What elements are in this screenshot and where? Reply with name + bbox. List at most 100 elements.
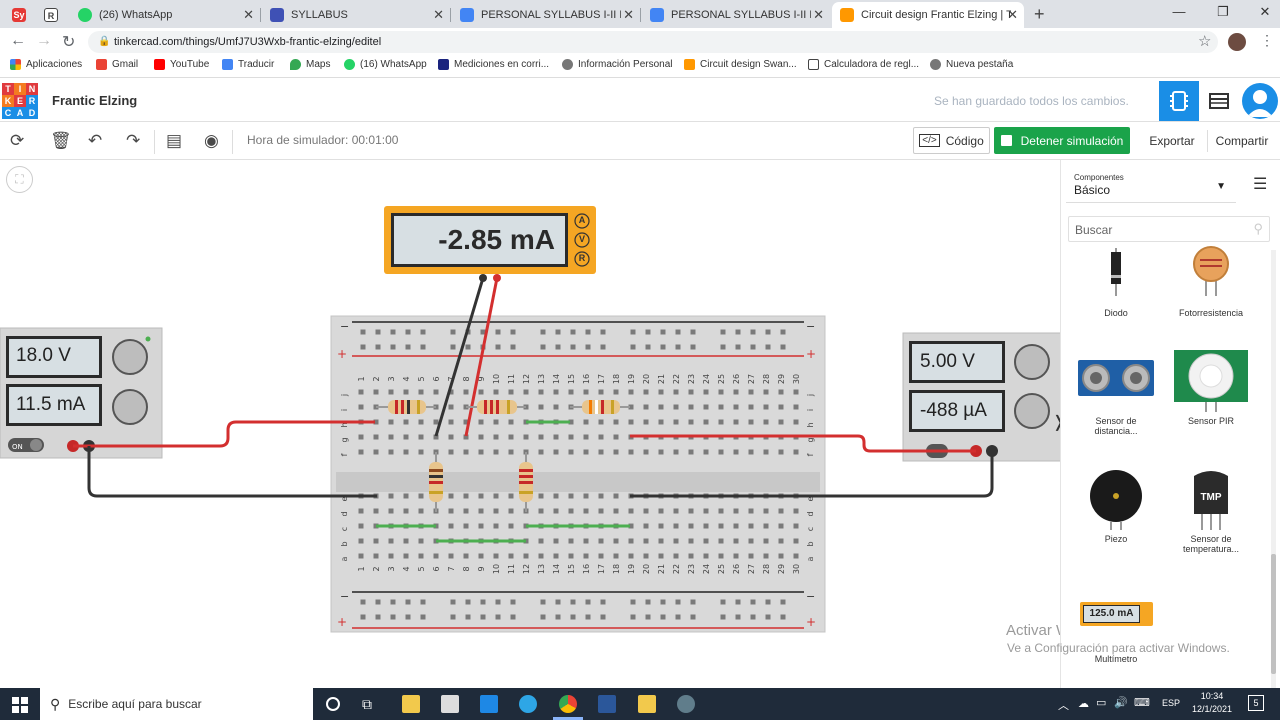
close-tab-icon[interactable]: ✕ <box>623 7 634 23</box>
export-button[interactable]: Exportar <box>1140 127 1204 154</box>
bookmark-gmail[interactable]: Gmail <box>96 59 138 70</box>
component-fotorresistencia[interactable]: Fotorresistencia <box>1166 246 1256 318</box>
bookmark-informacion[interactable]: Información Personal <box>562 59 673 70</box>
column-number: 19 <box>627 374 636 384</box>
bookmark-traducir[interactable]: Traducir <box>222 59 274 70</box>
user-avatar[interactable] <box>1242 83 1278 119</box>
word-icon[interactable] <box>598 695 616 713</box>
forward-arrow-icon[interactable]: → <box>36 32 52 50</box>
bookmark-youtube[interactable]: YouTube <box>154 59 209 70</box>
voltage-knob[interactable] <box>112 339 148 375</box>
close-tab-icon[interactable]: ✕ <box>1007 7 1018 23</box>
panel-scrollbar[interactable] <box>1271 250 1276 688</box>
close-tab-icon[interactable]: ✕ <box>433 7 444 23</box>
tab-whatsapp[interactable]: (26) WhatsApp ✕ <box>70 2 260 28</box>
eye-icon[interactable]: ◉ <box>204 131 219 151</box>
r-favicon-icon <box>808 59 819 70</box>
browser-menu-icon[interactable]: ⋮ <box>1260 32 1274 49</box>
bookmark-calculadora[interactable]: Calculadora de regl... <box>808 59 919 70</box>
component-piezo[interactable]: Piezo <box>1071 468 1161 544</box>
language-indicator[interactable]: ESP <box>1162 698 1180 708</box>
schematic-view-button[interactable] <box>1200 81 1238 121</box>
minimize-button[interactable]: — <box>1164 4 1194 19</box>
tab-label: Circuit design Frantic Elzing | Tink <box>861 9 1011 21</box>
current-knob[interactable] <box>112 389 148 425</box>
task-view-icon[interactable]: ⧉ <box>362 696 372 713</box>
code-button[interactable]: </> Código <box>913 127 990 154</box>
notifications-icon[interactable]: 5 <box>1248 695 1264 711</box>
tab-pinned-sy[interactable]: Sy <box>4 2 34 28</box>
trash-icon[interactable]: 🗑 <box>50 131 72 151</box>
component-sensor-pir[interactable]: Sensor PIR <box>1166 350 1256 426</box>
component-diodo[interactable]: Diodo <box>1071 246 1161 318</box>
bookmark-nueva-pestana[interactable]: Nueva pestaña <box>930 59 1013 70</box>
category-dropdown[interactable]: Componentes Básico ▼ <box>1066 167 1236 203</box>
column-number: 25 <box>717 374 726 384</box>
close-window-button[interactable]: ✕ <box>1250 4 1280 20</box>
volume-icon[interactable]: 🔊 <box>1114 696 1128 709</box>
clock[interactable]: 10:34 12/1/2021 <box>1190 691 1234 714</box>
taskbar-search-box[interactable]: ⚲ Escribe aquí para buscar <box>40 688 313 720</box>
component-sensor-distancia[interactable]: Sensor de distancia... <box>1071 350 1161 436</box>
mode-r[interactable]: R <box>575 253 589 263</box>
bookmark-aplicaciones[interactable]: Aplicaciones <box>10 59 82 70</box>
list-view-icon[interactable]: ☰ <box>1253 174 1267 194</box>
bookmark-whatsapp[interactable]: (16) WhatsApp <box>344 59 427 70</box>
sticky-notes-icon[interactable] <box>638 695 656 713</box>
store-icon[interactable] <box>441 695 459 713</box>
mail-icon[interactable] <box>480 695 498 713</box>
tab-syllabus[interactable]: SYLLABUS ✕ <box>262 2 450 28</box>
tab-circuit-design[interactable]: Circuit design Frantic Elzing | Tink ✕ <box>832 2 1024 28</box>
close-tab-icon[interactable]: ✕ <box>243 7 254 23</box>
url-bar[interactable]: 🔒 tinkercad.com/things/UmfJ7U3Wxb-franti… <box>88 31 1218 53</box>
redo-icon[interactable]: ↷ <box>126 131 140 151</box>
share-button[interactable]: Compartir <box>1210 127 1274 154</box>
circuit-workspace[interactable]: ⛶ − + − + − + − + 1122334455667788991010… <box>0 160 1117 688</box>
stop-simulation-button[interactable]: Detener simulación <box>994 127 1130 154</box>
project-title[interactable]: Frantic Elzing <box>52 93 137 108</box>
bookmark-circuit-swan[interactable]: Circuit design Swan... <box>684 59 797 70</box>
bookmark-mediciones[interactable]: Mediciones en corri... <box>438 59 549 70</box>
rotate-icon[interactable]: ⟳ <box>10 131 24 151</box>
component-sensor-temperatura[interactable]: TMP Sensor de temperatura... <box>1166 468 1256 554</box>
current-knob[interactable] <box>1014 393 1050 429</box>
profile-avatar[interactable] <box>1228 33 1246 51</box>
mode-a[interactable]: A <box>575 215 589 225</box>
undo-icon[interactable]: ↶ <box>88 131 102 151</box>
column-number: 6 <box>432 376 441 381</box>
row-letter: f <box>340 453 349 456</box>
bookmark-maps[interactable]: Maps <box>290 59 330 70</box>
bookmark-star-icon[interactable]: ☆ <box>1198 32 1211 50</box>
cloud-icon[interactable]: ☁ <box>1078 697 1089 710</box>
network-icon[interactable]: ▭ <box>1096 696 1106 709</box>
row-letter: i <box>806 409 815 411</box>
windows-start-icon[interactable] <box>12 697 28 713</box>
voltage-knob[interactable] <box>1014 344 1050 380</box>
column-number: 17 <box>597 374 606 384</box>
reload-icon[interactable]: ↻ <box>62 32 75 52</box>
file-explorer-icon[interactable] <box>402 695 420 713</box>
tab-personal-syllabus-2[interactable]: PERSONAL SYLLABUS I-II MSc.M ✕ <box>642 2 830 28</box>
row-letter: c <box>340 527 349 531</box>
close-tab-icon[interactable]: ✕ <box>813 7 824 23</box>
new-tab-button[interactable]: + <box>1034 4 1045 25</box>
tinkercad-logo[interactable]: T I N K E R C A D <box>2 83 38 119</box>
tab-pinned-r[interactable]: R <box>36 2 66 28</box>
activate-windows-subtitle: Ve a Configuración para activar Windows. <box>1007 641 1230 655</box>
edge-icon[interactable] <box>519 695 537 713</box>
restore-button[interactable]: ❐ <box>1208 4 1238 20</box>
app-icon[interactable] <box>677 695 695 713</box>
keyboard-icon[interactable]: ⌨ <box>1134 696 1150 709</box>
multimeter-reading: -2.85 mA <box>438 224 555 255</box>
back-arrow-icon[interactable]: ← <box>10 32 26 50</box>
mode-v[interactable]: V <box>575 234 589 244</box>
column-number: 21 <box>657 374 666 384</box>
component-search-input[interactable]: Buscar ⚲ <box>1068 216 1270 242</box>
tab-personal-syllabus-1[interactable]: PERSONAL SYLLABUS I-II MSc.M ✕ <box>452 2 640 28</box>
column-number: 29 <box>777 374 786 384</box>
chrome-icon[interactable] <box>559 695 577 713</box>
show-hidden-icons-chevron-icon[interactable]: ︿ <box>1058 697 1069 713</box>
circuit-view-button[interactable] <box>1159 81 1199 121</box>
notes-icon[interactable]: ▤ <box>166 131 182 151</box>
cortana-icon[interactable] <box>326 697 340 711</box>
